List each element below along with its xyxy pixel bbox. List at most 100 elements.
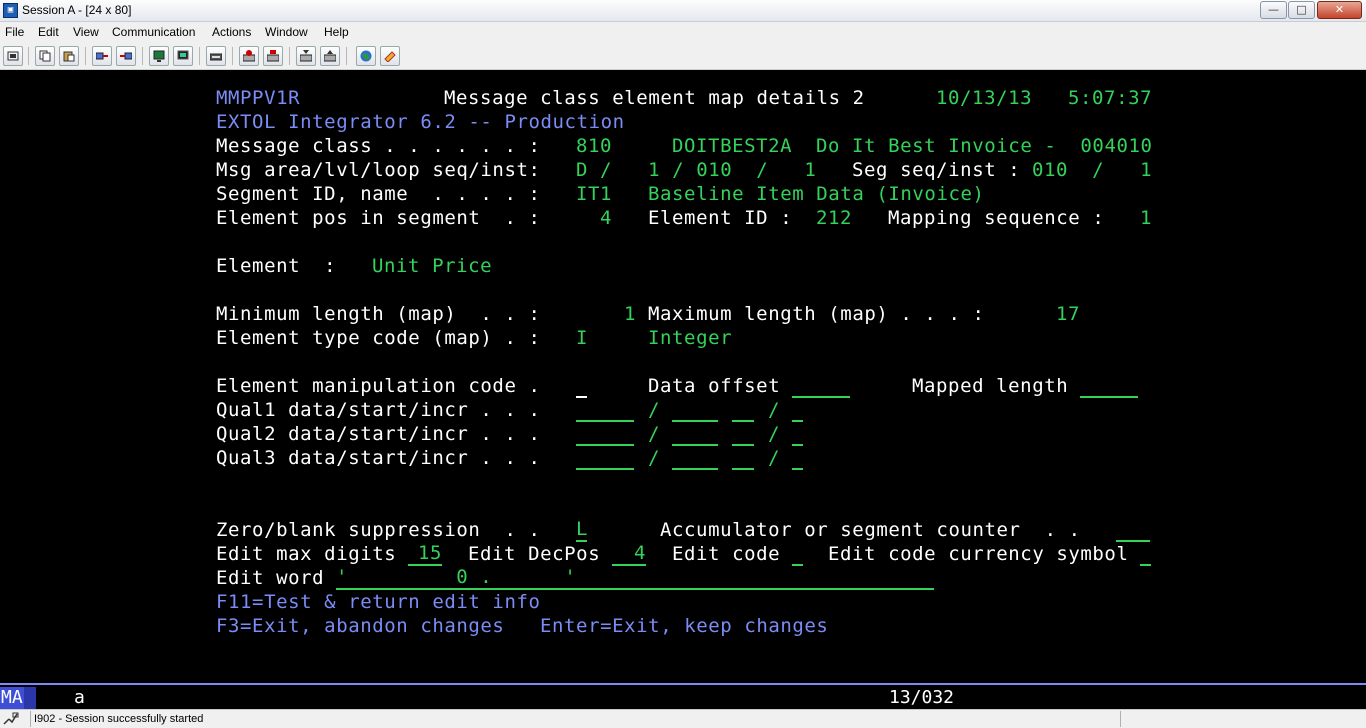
edit-max-digits-input[interactable]: 15 <box>408 542 442 566</box>
qual2-slash-2: / <box>768 423 781 445</box>
element-id-label: Element ID : <box>648 207 793 229</box>
system-time: 5:07:37 <box>1068 87 1153 109</box>
window-title: Session A - [24 x 80] <box>22 3 132 17</box>
seg-inst-label: Seg seq/inst : <box>852 159 1021 181</box>
terminal-screen[interactable]: MMPPV1R Message class element map detail… <box>0 70 1366 682</box>
globe-icon[interactable] <box>356 46 376 66</box>
edit-currency-label: Edit code currency symbol <box>828 543 1129 565</box>
menu-view[interactable]: View <box>73 25 99 39</box>
edit-max-digits-label: Edit max digits <box>216 543 397 565</box>
element-pos-value: 4 <box>600 207 613 229</box>
qual1-start2-input[interactable] <box>732 398 754 422</box>
playback-icon[interactable] <box>263 46 283 66</box>
qual3-slash-1: / <box>648 447 661 469</box>
f11-key-hint[interactable]: F11=Test & return edit info <box>216 590 541 614</box>
title-bar: ▣ Session A - [24 x 80] — □ ✕ <box>0 0 1366 22</box>
screen-title: Message class element map details 2 <box>444 87 865 109</box>
status-bar: I902 - Session successfully started <box>0 709 1366 728</box>
edit-decpos-label: Edit DecPos <box>468 543 601 565</box>
min-length-value: 1 <box>624 303 637 325</box>
session-app-icon[interactable]: ▣ <box>3 3 18 18</box>
menu-file[interactable]: File <box>5 25 24 39</box>
qual1-slash-2: / <box>768 399 781 421</box>
stop-icon[interactable] <box>296 46 316 66</box>
status-message: I902 - Session successfully started <box>30 711 1118 727</box>
qual3-start-input[interactable] <box>672 446 718 470</box>
accumulator-input[interactable] <box>1116 518 1150 542</box>
qual2-slash-1: / <box>648 423 661 445</box>
record-icon[interactable] <box>239 46 259 66</box>
qual3-incr-input[interactable] <box>792 446 803 470</box>
seg-inst-value: 010 / 1 <box>1032 159 1153 181</box>
qual1-start-input[interactable] <box>672 398 718 422</box>
minimize-button[interactable]: — <box>1260 1 1287 19</box>
environment-subtitle: EXTOL Integrator 6.2 -- Production <box>216 111 625 133</box>
zero-blank-input[interactable]: L <box>576 518 587 542</box>
system-date: 10/13/13 <box>936 87 1033 109</box>
menu-window[interactable]: Window <box>265 25 308 39</box>
edit-code-label: Edit code <box>672 543 781 565</box>
menu-bar: File Edit View Communication Actions Win… <box>0 22 1366 42</box>
receive-icon[interactable] <box>116 46 136 66</box>
segment-id: IT1 <box>576 183 613 205</box>
cursor-position: 13/032 <box>889 687 955 708</box>
mapped-length-input[interactable] <box>1080 374 1138 398</box>
element-pos-label: Element pos in segment . : <box>216 207 541 229</box>
zero-blank-label: Zero/blank suppression . . <box>216 519 541 541</box>
segment-label: Segment ID, name . . . . : <box>216 183 541 205</box>
element-id-value: 212 <box>816 207 853 229</box>
menu-edit[interactable]: Edit <box>38 25 59 39</box>
qual3-data-input[interactable] <box>576 446 634 470</box>
maximize-button[interactable]: □ <box>1288 1 1315 19</box>
qual1-slash-1: / <box>648 399 661 421</box>
qual1-label: Qual1 data/start/incr . . . <box>216 399 541 421</box>
send-icon[interactable] <box>92 46 112 66</box>
mapping-seq-value: 1 <box>1140 207 1153 229</box>
data-offset-input[interactable] <box>792 374 850 398</box>
menu-communication[interactable]: Communication <box>112 25 195 39</box>
qual1-data-input[interactable] <box>576 398 634 422</box>
edit-currency-input[interactable] <box>1140 542 1151 566</box>
macro-icon[interactable] <box>206 46 226 66</box>
run-icon[interactable] <box>320 46 340 66</box>
qual2-data-input[interactable] <box>576 422 634 446</box>
segment-name: Baseline Item Data (Invoice) <box>648 183 985 205</box>
message-class-value: 810 <box>576 135 613 157</box>
qual2-start-input[interactable] <box>672 422 718 446</box>
data-offset-label: Data offset <box>648 375 781 397</box>
f3-key-hint[interactable]: F3=Exit, abandon changes <box>216 614 504 638</box>
copy-icon[interactable] <box>35 46 55 66</box>
edit-word-input[interactable]: ' 0 . ' <box>336 566 934 590</box>
mapping-seq-label: Mapping sequence : <box>888 207 1105 229</box>
manip-code-label: Element manipulation code . <box>216 375 541 397</box>
qual1-incr-input[interactable] <box>792 398 803 422</box>
area-value: D / 1 / 010 / 1 <box>576 159 817 181</box>
help-icon[interactable] <box>380 46 400 66</box>
manip-code-input[interactable] <box>576 374 587 398</box>
menu-help[interactable]: Help <box>324 25 349 39</box>
max-length-value: 17 <box>1056 303 1081 325</box>
status-panel-extra <box>1120 711 1366 727</box>
qual3-slash-2: / <box>768 447 781 469</box>
qual3-start2-input[interactable] <box>732 446 754 470</box>
qual2-incr-input[interactable] <box>792 422 803 446</box>
message-class-desc: Do It Best Invoice - 004010 <box>816 135 1153 157</box>
paste-icon[interactable] <box>59 46 79 66</box>
close-button[interactable]: ✕ <box>1317 1 1362 19</box>
qual3-label: Qual3 data/start/incr . . . <box>216 447 541 469</box>
element-value: Unit Price <box>372 255 493 277</box>
qual2-label: Qual2 data/start/incr . . . <box>216 423 541 445</box>
qual2-start2-input[interactable] <box>732 422 754 446</box>
connection-icon <box>3 712 19 725</box>
keyboard-mode: a <box>74 687 85 708</box>
menu-actions[interactable]: Actions <box>212 25 251 39</box>
edit-decpos-input[interactable]: 4 <box>612 542 646 566</box>
min-length-label: Minimum length (map) . . : <box>216 303 541 325</box>
operator-info-area: MA a 13/032 <box>0 683 1366 709</box>
enter-key-hint[interactable]: Enter=Exit, keep changes <box>540 614 828 638</box>
edit-code-input[interactable] <box>792 542 803 566</box>
keyboard-icon[interactable] <box>173 46 193 66</box>
accumulator-label: Accumulator or segment counter . . <box>660 519 1081 541</box>
print-screen-icon[interactable] <box>3 46 23 66</box>
display-icon[interactable] <box>149 46 169 66</box>
